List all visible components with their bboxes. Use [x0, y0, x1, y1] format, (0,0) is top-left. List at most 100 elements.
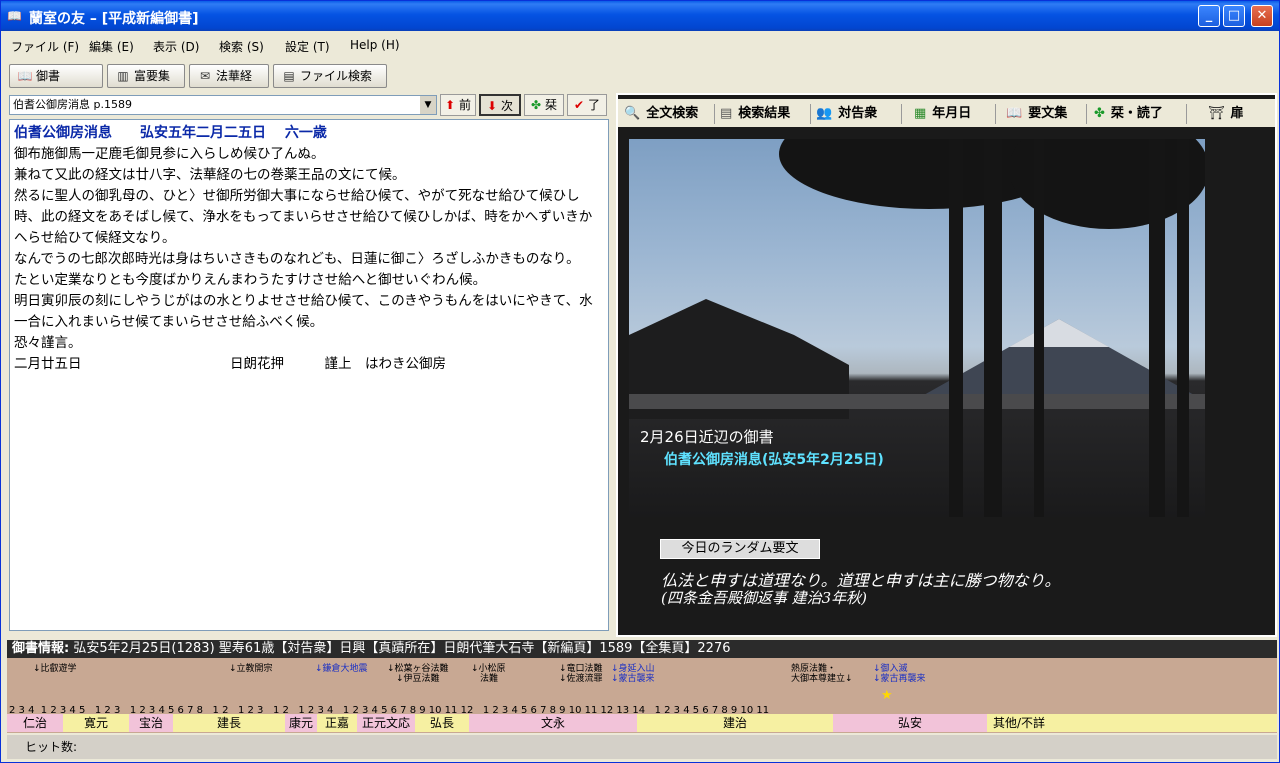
read-done-label: 了 — [587, 98, 600, 112]
bookmark-button[interactable]: ✤ 栞 — [524, 94, 564, 116]
next-label: 次 — [500, 99, 513, 113]
text-paragraph: 御布施御馬一疋鹿毛御見参に入らしめ候ひ了んぬ。 — [14, 146, 325, 162]
status-bar: ヒット数: — [7, 735, 1277, 759]
list-icon: ▤ — [720, 106, 733, 121]
tab-key-passages[interactable]: 📖 要文集 — [1006, 102, 1067, 126]
tab-bookmarks-read[interactable]: ✤ 栞・読了 — [1094, 102, 1163, 126]
minimize-button[interactable]: _ — [1198, 5, 1220, 27]
tab-separator — [1086, 104, 1087, 124]
menu-file[interactable]: ファイル (F) — [11, 38, 79, 55]
tab-label: 対告衆 — [838, 106, 878, 121]
event-label: ↓御入滅 ↓蒙古再襲来 — [873, 664, 926, 684]
chronology-timeline[interactable]: ↓比叡遊学 ↓立教開宗 ↓鎌倉大地震 ↓松葉ヶ谷法難 ↓伊豆法難 ↓小松原 法難… — [7, 658, 1277, 733]
event-label: ↓身延入山 ↓蒙古襲来 — [611, 664, 655, 684]
tree-trunk — [1034, 139, 1044, 517]
window-title: 蘭室の友 – [平成新編御書] — [29, 11, 199, 27]
tab-recipients[interactable]: 👥 対告衆 — [816, 102, 877, 126]
gosho-label: 御書 — [36, 69, 61, 83]
menu-settings[interactable]: 設定 (T) — [285, 38, 330, 55]
era-hoji[interactable]: 宝治 — [129, 714, 173, 732]
random-passage-button[interactable]: 今日のランダム要文 — [660, 539, 820, 559]
menu-help[interactable]: Help (H) — [350, 38, 400, 52]
event-label: 熱原法難・ 大御本尊建立↓ — [791, 664, 853, 684]
title-bar: 📖 蘭室の友 – [平成新編御書] _ □ ✕ — [1, 1, 1279, 31]
chevron-down-icon[interactable]: ▼ — [420, 96, 436, 114]
random-passage-source: (四条金吾殿御返事 建治3年秋) — [661, 589, 868, 607]
open-book-icon: 📖 — [17, 69, 33, 83]
text-paragraph: なんでうの七郎次郎時光は身はちいさきものなれども、日蓮に御こ〉ろざしふかきものな… — [14, 251, 580, 267]
era-kenji[interactable]: 建治 — [637, 714, 833, 732]
menu-search[interactable]: 検索 (S) — [219, 38, 264, 55]
next-button[interactable]: ⬇ 次 — [479, 94, 521, 116]
tab-separator — [995, 104, 996, 124]
text-paragraph: 二月廿五日 日朗花押 謹上 はわき公御房 — [14, 356, 446, 372]
tab-search-results[interactable]: ▤ 検索結果 — [720, 102, 790, 126]
era-kogen[interactable]: 康元 — [285, 714, 317, 732]
tab-label: 年月日 — [932, 106, 972, 121]
fuyo-label: 富要集 — [134, 69, 171, 83]
era-shoka[interactable]: 正嘉 — [317, 714, 357, 732]
event-label: ↓小松原 法難 — [471, 664, 506, 684]
people-icon: 👥 — [816, 106, 833, 121]
event-label: ↓竜口法難 ↓佐渡流罪 — [559, 664, 603, 684]
arrow-down-icon: ⬇ — [487, 99, 498, 113]
tree-trunk — [1149, 139, 1165, 517]
menu-bar: ファイル (F) 編集 (E) 表示 (D) 検索 (S) 設定 (T) Hel… — [1, 33, 1279, 57]
menu-edit[interactable]: 編集 (E) — [89, 38, 134, 55]
file-search-label: ファイル検索 — [300, 69, 373, 83]
app-window: 📖 蘭室の友 – [平成新編御書] _ □ ✕ ファイル (F) 編集 (E) … — [0, 0, 1280, 763]
file-search-button[interactable]: ▤ ファイル検索 — [273, 64, 387, 88]
gosho-text-panel: 伯耆公御房消息 p.1589 ▼ ⬆ 前 ⬇ 次 ✤ 栞 ✔ 了 伯耆公御房消息… — [9, 93, 609, 631]
tab-separator — [714, 104, 715, 124]
gosho-heading: 伯耆公御房消息 弘安五年二月二五日 六一歳 — [14, 125, 327, 141]
menu-view[interactable]: 表示 (D) — [153, 38, 199, 55]
tab-date[interactable]: ▦ 年月日 — [914, 102, 971, 126]
text-paragraph: たとい定業なりとも今度ばかりえんまわうたすけさせ給へと御せいぐわん候。 — [14, 272, 487, 288]
event-label: ↓立教開宗 — [229, 664, 273, 674]
tree-trunk — [949, 139, 963, 517]
era-kangen[interactable]: 寛元 — [63, 714, 129, 732]
tab-label: 検索結果 — [738, 106, 791, 121]
event-label: ↓比叡遊学 — [33, 664, 77, 674]
tab-door[interactable]: ⛩ 扉 — [1208, 102, 1244, 126]
open-book-icon: 📖 — [1006, 106, 1023, 121]
scroll-icon: ✉ — [199, 69, 211, 83]
tab-label: 要文集 — [1028, 106, 1068, 121]
gosho-select[interactable]: 伯耆公御房消息 p.1589 ▼ — [9, 95, 437, 115]
era-koan[interactable]: 弘安 — [833, 714, 987, 732]
toolbar: 📖 御書 ▥ 富要集 ✉ 法華経 ▤ ファイル検索 — [1, 61, 1279, 89]
gosho-text-area[interactable]: 伯耆公御房消息 弘安五年二月二五日 六一歳 御布施御馬一疋鹿毛御見参に入らしめ候… — [9, 119, 609, 631]
books-icon: ▥ — [117, 69, 129, 83]
era-kencho[interactable]: 建長 — [173, 714, 285, 732]
tab-label: 扉 — [1230, 106, 1244, 121]
tab-label: 栞・読了 — [1110, 106, 1163, 121]
tree-trunk — [984, 139, 1002, 517]
gosho-button[interactable]: 📖 御書 — [9, 64, 103, 88]
star-icon: ★ — [881, 688, 893, 703]
clover-icon: ✤ — [531, 98, 542, 112]
mountain-snowcap — [1009, 319, 1109, 347]
torii-icon: ⛩ — [1208, 106, 1225, 121]
tab-full-text-search[interactable]: 🔍 全文検索 — [624, 102, 698, 126]
hokekyo-label: 法華経 — [216, 69, 253, 83]
text-paragraph: 然るに聖人の御乳母の、ひと〉せ御所労御大事にならせ給ひ候て、やがて死なせ給ひて候… — [14, 188, 593, 246]
prev-button[interactable]: ⬆ 前 — [440, 94, 476, 116]
era-shogen-bunno[interactable]: 正元文応 — [357, 714, 415, 732]
prev-label: 前 — [458, 98, 471, 112]
maximize-button[interactable]: □ — [1223, 5, 1245, 27]
read-done-button[interactable]: ✔ 了 — [567, 94, 607, 116]
tab-separator — [810, 104, 811, 124]
text-paragraph: 兼ねて又此の経文は廿八字、法華経の七の巻薬王品の文にて候。 — [14, 167, 406, 183]
hokekyo-button[interactable]: ✉ 法華経 — [189, 64, 269, 88]
era-other[interactable]: 其他/不詳 — [987, 714, 1277, 732]
era-ninji[interactable]: 仁治 — [7, 714, 63, 732]
tab-separator — [901, 104, 902, 124]
nearby-gosho-link[interactable]: 伯耆公御房消息(弘安5年2月25日) — [664, 449, 884, 469]
era-bunei[interactable]: 文永 — [469, 714, 637, 732]
tab-label: 全文検索 — [646, 106, 699, 121]
file-icon: ▤ — [283, 69, 295, 83]
fuyo-button[interactable]: ▥ 富要集 — [107, 64, 185, 88]
era-kocho[interactable]: 弘長 — [415, 714, 469, 732]
close-button[interactable]: ✕ — [1251, 5, 1273, 27]
text-paragraph: 明日寅卯辰の刻にしやうじがはの水とりよせさせ給ひ候て、このきやうもんをはいにやき… — [14, 293, 593, 330]
